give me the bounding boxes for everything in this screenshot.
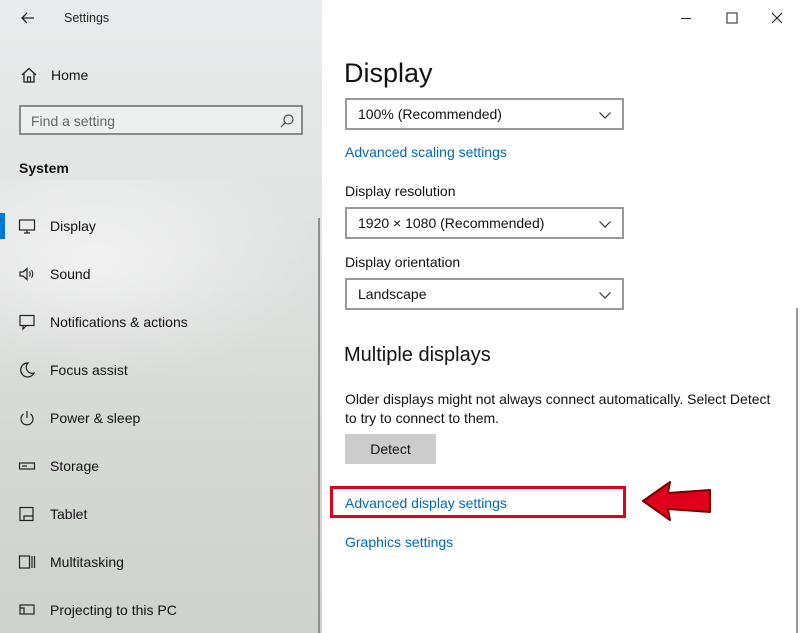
sidebar-item-power-sleep[interactable]: Power & sleep	[0, 398, 318, 438]
annotation-arrow-icon	[642, 481, 711, 521]
scale-value: 100% (Recommended)	[358, 106, 502, 122]
multiple-displays-heading: Multiple displays	[344, 344, 491, 366]
sidebar-item-label: Notifications & actions	[50, 314, 188, 330]
notification-icon	[19, 314, 35, 331]
advanced-display-settings-link[interactable]: Advanced display settings	[345, 495, 507, 511]
sidebar-item-storage[interactable]: Storage	[0, 446, 318, 486]
multitasking-icon	[18, 555, 36, 569]
detect-button[interactable]: Detect	[345, 434, 436, 464]
orientation-value: Landscape	[358, 286, 427, 302]
page-title: Display	[344, 58, 433, 88]
content-scrollbar[interactable]	[796, 308, 798, 633]
search-input[interactable]: Find a setting	[19, 105, 303, 135]
sidebar-item-tablet[interactable]: Tablet	[0, 494, 318, 534]
display-orientation-label: Display orientation	[345, 254, 461, 270]
chevron-down-icon	[599, 292, 611, 299]
display-resolution-label: Display resolution	[345, 183, 456, 199]
power-icon	[20, 411, 34, 426]
back-arrow-icon	[21, 12, 34, 24]
maximize-icon	[726, 12, 738, 24]
graphics-settings-link[interactable]: Graphics settings	[345, 534, 453, 550]
scale-dropdown[interactable]: 100% (Recommended)	[345, 98, 624, 130]
sidebar-item-label: Power & sleep	[50, 410, 141, 426]
minimize-button[interactable]	[663, 0, 709, 36]
sidebar-item-sound[interactable]: Sound	[0, 254, 318, 294]
home-icon	[21, 67, 37, 83]
app-title: Settings	[64, 11, 110, 25]
title-bar: Settings	[0, 0, 322, 36]
resolution-value: 1920 × 1080 (Recommended)	[358, 215, 545, 231]
orientation-dropdown[interactable]: Landscape	[345, 278, 624, 310]
monitor-icon	[18, 219, 36, 234]
sidebar-scrollbar[interactable]	[318, 218, 320, 633]
sidebar-item-projecting[interactable]: Projecting to this PC	[0, 590, 318, 630]
search-icon	[280, 114, 294, 128]
search-placeholder: Find a setting	[31, 113, 116, 129]
minimize-icon	[681, 18, 691, 19]
tablet-icon	[19, 506, 34, 522]
sidebar-item-label: Tablet	[50, 506, 88, 522]
sidebar-item-label: Focus assist	[50, 362, 128, 378]
chevron-down-icon	[599, 112, 611, 119]
sidebar-item-display[interactable]: Display	[0, 206, 318, 246]
section-heading-system: System	[19, 160, 69, 176]
sidebar-item-label: Display	[50, 218, 96, 234]
sidebar-item-label: Multitasking	[50, 554, 124, 570]
resolution-dropdown[interactable]: 1920 × 1080 (Recommended)	[345, 207, 624, 239]
sidebar-item-label: Projecting to this PC	[50, 602, 177, 618]
close-button[interactable]	[754, 0, 800, 36]
sidebar-item-notifications[interactable]: Notifications & actions	[0, 302, 318, 342]
back-button[interactable]	[14, 6, 42, 30]
sidebar-item-label: Sound	[50, 266, 91, 282]
maximize-button[interactable]	[709, 0, 755, 36]
storage-icon	[18, 462, 36, 470]
close-icon	[771, 12, 783, 24]
sidebar-item-multitasking[interactable]: Multitasking	[0, 542, 318, 582]
projector-icon	[19, 604, 35, 615]
home-nav-item[interactable]: Home	[0, 58, 322, 92]
chevron-down-icon	[599, 221, 611, 228]
navigation-pane: Settings Home Find a setting System Disp…	[0, 0, 322, 633]
moon-icon	[20, 362, 36, 378]
multiple-displays-description: Older displays might not always connect …	[345, 391, 771, 426]
sidebar-item-label: Storage	[50, 458, 100, 474]
home-label: Home	[51, 67, 89, 83]
speaker-icon	[19, 267, 34, 281]
sidebar-item-focus-assist[interactable]: Focus assist	[0, 350, 318, 390]
advanced-scaling-settings-link[interactable]: Advanced scaling settings	[345, 144, 507, 160]
